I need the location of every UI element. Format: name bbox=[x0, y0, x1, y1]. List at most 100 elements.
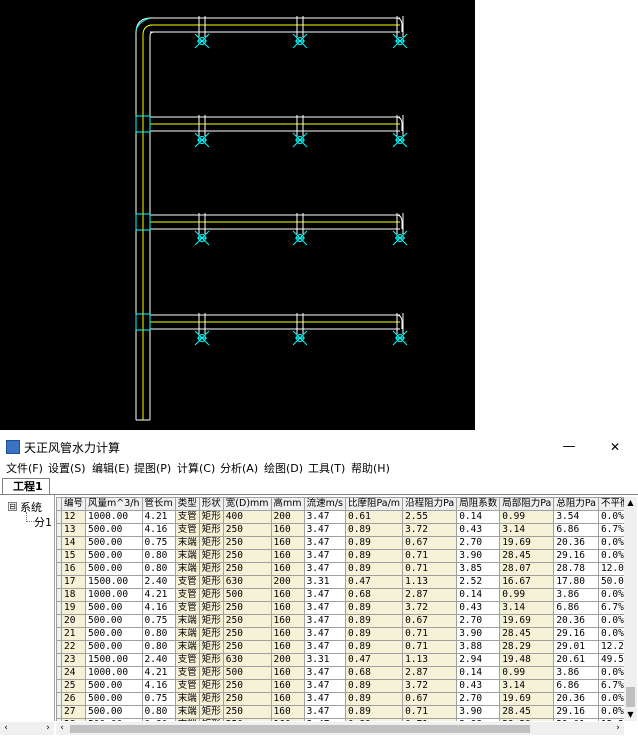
table-cell[interactable]: 3.72 bbox=[402, 601, 458, 615]
table-cell[interactable]: 500.00 bbox=[85, 679, 143, 693]
table-cell[interactable]: 400 bbox=[222, 510, 272, 524]
table-cell[interactable]: 2.87 bbox=[402, 666, 458, 680]
table-cell[interactable]: 2.70 bbox=[456, 692, 501, 706]
table-cell[interactable]: 0.80 bbox=[141, 640, 176, 654]
table-cell[interactable]: 2.70 bbox=[456, 536, 501, 550]
table-cell[interactable]: 12 bbox=[60, 510, 87, 524]
table-cell[interactable]: 0.99 bbox=[499, 510, 555, 524]
table-cell[interactable]: 0.0% bbox=[597, 549, 624, 563]
tree-scroll-left-icon[interactable]: ‹ bbox=[0, 722, 12, 735]
table-cell[interactable]: 19.69 bbox=[499, 536, 555, 550]
table-cell[interactable]: 28.45 bbox=[499, 705, 555, 719]
table-cell[interactable]: 6.7% bbox=[597, 523, 624, 537]
table-cell[interactable]: 0.43 bbox=[456, 523, 501, 537]
table-cell[interactable]: 27 bbox=[60, 705, 87, 719]
table-cell[interactable]: 16.67 bbox=[499, 575, 555, 589]
table-cell[interactable]: 0.43 bbox=[456, 679, 501, 693]
column-header[interactable]: 类型 bbox=[174, 497, 200, 511]
table-cell[interactable]: 250 bbox=[222, 562, 272, 576]
table-cell[interactable]: 矩形 bbox=[198, 614, 224, 628]
column-header[interactable]: 局阻系数 bbox=[456, 497, 501, 511]
table-cell[interactable]: 630 bbox=[222, 575, 272, 589]
table-cell[interactable]: 12.0% bbox=[597, 562, 624, 576]
table-cell[interactable]: 0.0% bbox=[597, 536, 624, 550]
table-cell[interactable]: 矩形 bbox=[198, 562, 224, 576]
table-cell[interactable]: 20.36 bbox=[553, 692, 599, 706]
table-cell[interactable]: 17 bbox=[60, 575, 87, 589]
table-cell[interactable]: 250 bbox=[222, 627, 272, 641]
table-cell[interactable]: 500.00 bbox=[85, 601, 143, 615]
table-cell[interactable]: 0.99 bbox=[499, 588, 555, 602]
table-row[interactable]: 16 500.00 0.80 末端 矩形 250 160 3.47 0.89 0.71 3.85 28… bbox=[56, 562, 624, 576]
table-cell[interactable]: 250 bbox=[222, 640, 272, 654]
table-cell[interactable]: 23 bbox=[60, 653, 87, 667]
table-row[interactable]: 12 1000.00 4.21 支管 矩形 400 200 3.47 0.61 2.55 0.14 0… bbox=[56, 510, 624, 524]
table-cell[interactable]: 160 bbox=[270, 666, 305, 680]
table-cell[interactable]: 矩形 bbox=[198, 653, 224, 667]
table-cell[interactable]: 29.01 bbox=[553, 718, 599, 721]
table-cell[interactable]: 500.00 bbox=[85, 627, 143, 641]
menu-tools[interactable]: 工具(T) bbox=[308, 460, 345, 476]
table-cell[interactable]: 2.55 bbox=[402, 510, 458, 524]
table-row[interactable]: 24 1000.00 4.21 支管 矩形 500 160 3.47 0.68 2.87 0.14 0… bbox=[56, 666, 624, 680]
table-cell[interactable]: 4.21 bbox=[141, 510, 176, 524]
table-cell[interactable]: 矩形 bbox=[198, 627, 224, 641]
table-cell[interactable]: 0.14 bbox=[456, 588, 501, 602]
column-header[interactable]: 编号 bbox=[60, 497, 87, 511]
table-cell[interactable]: 3.88 bbox=[456, 640, 501, 654]
table-cell[interactable]: 0.80 bbox=[141, 718, 176, 721]
table-cell[interactable]: 0.67 bbox=[402, 536, 458, 550]
table-cell[interactable]: 支管 bbox=[174, 679, 200, 693]
table-cell[interactable]: 160 bbox=[270, 627, 305, 641]
table-cell[interactable]: 50.0% bbox=[597, 575, 624, 589]
table-cell[interactable]: 1.13 bbox=[402, 653, 458, 667]
table-cell[interactable]: 2.94 bbox=[456, 653, 501, 667]
close-button[interactable]: ✕ bbox=[592, 436, 638, 458]
table-cell[interactable]: 250 bbox=[222, 692, 272, 706]
table-cell[interactable]: 1.13 bbox=[402, 575, 458, 589]
table-row[interactable]: 18 1000.00 4.21 支管 矩形 500 160 3.47 0.68 2.87 0.14 0… bbox=[56, 588, 624, 602]
table-cell[interactable]: 矩形 bbox=[198, 523, 224, 537]
table-cell[interactable]: 3.47 bbox=[303, 510, 346, 524]
table-cell[interactable]: 28.78 bbox=[553, 562, 599, 576]
table-cell[interactable]: 3.47 bbox=[303, 562, 346, 576]
table-cell[interactable]: 500.00 bbox=[85, 536, 143, 550]
table-cell[interactable]: 3.47 bbox=[303, 549, 346, 563]
table-cell[interactable]: 16 bbox=[60, 562, 87, 576]
table-cell[interactable]: 250 bbox=[222, 705, 272, 719]
table-row[interactable]: 14 500.00 0.75 末端 矩形 250 160 3.47 0.89 0.67 2.70 19… bbox=[56, 536, 624, 550]
table-cell[interactable]: 200 bbox=[270, 653, 305, 667]
menu-help[interactable]: 帮助(H) bbox=[351, 460, 390, 476]
table-cell[interactable]: 0.89 bbox=[344, 549, 404, 563]
table-cell[interactable]: 矩形 bbox=[198, 510, 224, 524]
table-cell[interactable]: 28.29 bbox=[499, 718, 555, 721]
table-cell[interactable]: 3.14 bbox=[499, 523, 555, 537]
table-cell[interactable]: 3.85 bbox=[456, 562, 501, 576]
table-cell[interactable]: 1500.00 bbox=[85, 653, 143, 667]
table-cell[interactable]: 630 bbox=[222, 653, 272, 667]
table-cell[interactable]: 支管 bbox=[174, 653, 200, 667]
table-cell[interactable]: 3.47 bbox=[303, 601, 346, 615]
table-cell[interactable]: 0.89 bbox=[344, 601, 404, 615]
table-cell[interactable]: 3.47 bbox=[303, 666, 346, 680]
table-cell[interactable]: 0.89 bbox=[344, 705, 404, 719]
table-cell[interactable]: 20.36 bbox=[553, 614, 599, 628]
table-cell[interactable]: 矩形 bbox=[198, 549, 224, 563]
table-cell[interactable]: 3.47 bbox=[303, 705, 346, 719]
table-cell[interactable]: 22 bbox=[60, 640, 87, 654]
scroll-up-icon[interactable]: ▲ bbox=[624, 497, 637, 509]
table-cell[interactable]: 21 bbox=[60, 627, 87, 641]
column-header[interactable]: 风量m^3/h bbox=[85, 497, 143, 511]
column-header[interactable]: 总阻力Pa bbox=[553, 497, 599, 511]
table-cell[interactable]: 17.80 bbox=[553, 575, 599, 589]
table-cell[interactable]: 250 bbox=[222, 523, 272, 537]
table-cell[interactable]: 4.21 bbox=[141, 666, 176, 680]
table-cell[interactable]: 3.88 bbox=[456, 718, 501, 721]
table-cell[interactable]: 0.0% bbox=[597, 614, 624, 628]
table-cell[interactable]: 0.47 bbox=[344, 653, 404, 667]
table-cell[interactable]: 250 bbox=[222, 601, 272, 615]
table-cell[interactable]: 500.00 bbox=[85, 718, 143, 721]
table-cell[interactable]: 2.70 bbox=[456, 614, 501, 628]
table-row[interactable]: 17 1500.00 2.40 支管 矩形 630 200 3.31 0.47 1.13 2.52 1… bbox=[56, 575, 624, 589]
table-cell[interactable]: 0.71 bbox=[402, 562, 458, 576]
